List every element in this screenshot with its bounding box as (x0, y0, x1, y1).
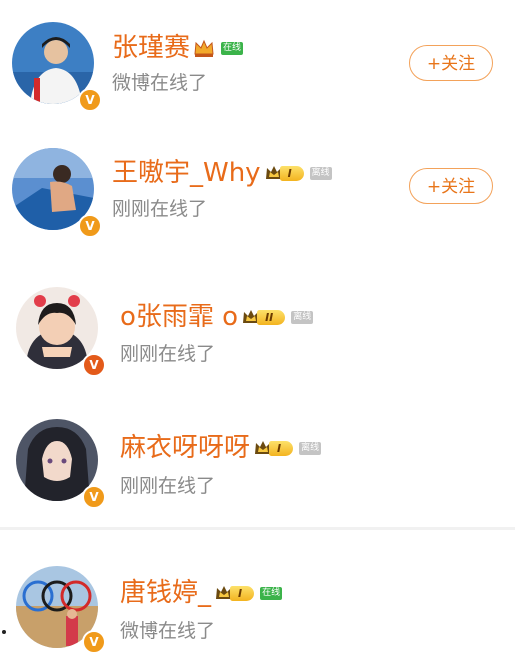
user-name[interactable]: 王嗷宇_Why (112, 158, 261, 188)
member-level-badge: I (265, 164, 304, 182)
user-row[interactable]: V o张雨霏 o II 离线 刚刚在线了 (0, 265, 515, 395)
user-name[interactable]: 张瑾赛 (112, 33, 190, 63)
member-level-text: II (257, 309, 286, 325)
user-row[interactable]: V 王嗷宇_Why I 离线 刚刚在线了 +关注 (0, 130, 515, 265)
offline-status-badge: 离线 (291, 310, 314, 324)
online-status-badge: 在线 (260, 586, 283, 600)
member-level-text: I (269, 440, 294, 456)
online-status-text: 微博在线了 (120, 620, 216, 642)
follow-button[interactable]: +关注 (409, 168, 493, 204)
online-status-text: 刚刚在线了 (120, 475, 216, 497)
follow-button[interactable]: +关注 (409, 45, 493, 81)
verified-badge-icon: V (82, 630, 106, 654)
member-level-badge: I (215, 584, 255, 602)
online-status-text: 刚刚在线了 (120, 343, 216, 365)
online-status-text: 微博在线了 (112, 72, 208, 94)
verified-badge-icon: V (82, 353, 106, 377)
member-level-badge: I (254, 439, 294, 457)
member-level-text: I (279, 165, 304, 181)
user-name[interactable]: 唐钱婷_ (120, 578, 211, 608)
user-name[interactable]: o张雨霏 o (120, 302, 238, 332)
user-row[interactable]: V 张瑾赛 在线 微博在线了 +关注 (0, 0, 515, 130)
list-bullet (2, 630, 6, 634)
user-row[interactable]: V 唐钱婷_ I 在线 微博在线了 (0, 530, 515, 654)
member-level-badge: II (242, 308, 286, 326)
offline-status-badge: 离线 (299, 441, 322, 455)
user-name[interactable]: 麻衣呀呀呀 (120, 433, 250, 463)
verified-badge-icon: V (78, 88, 102, 112)
user-row[interactable]: V 麻衣呀呀呀 I 离线 刚刚在线了 (0, 395, 515, 527)
online-status-text: 刚刚在线了 (112, 198, 208, 220)
verified-badge-icon: V (78, 214, 102, 238)
member-level-text: I (230, 585, 255, 601)
verified-badge-icon: V (82, 485, 106, 509)
member-crown-icon (194, 39, 214, 57)
offline-status-badge: 离线 (309, 166, 332, 180)
online-status-badge: 在线 (221, 41, 244, 55)
